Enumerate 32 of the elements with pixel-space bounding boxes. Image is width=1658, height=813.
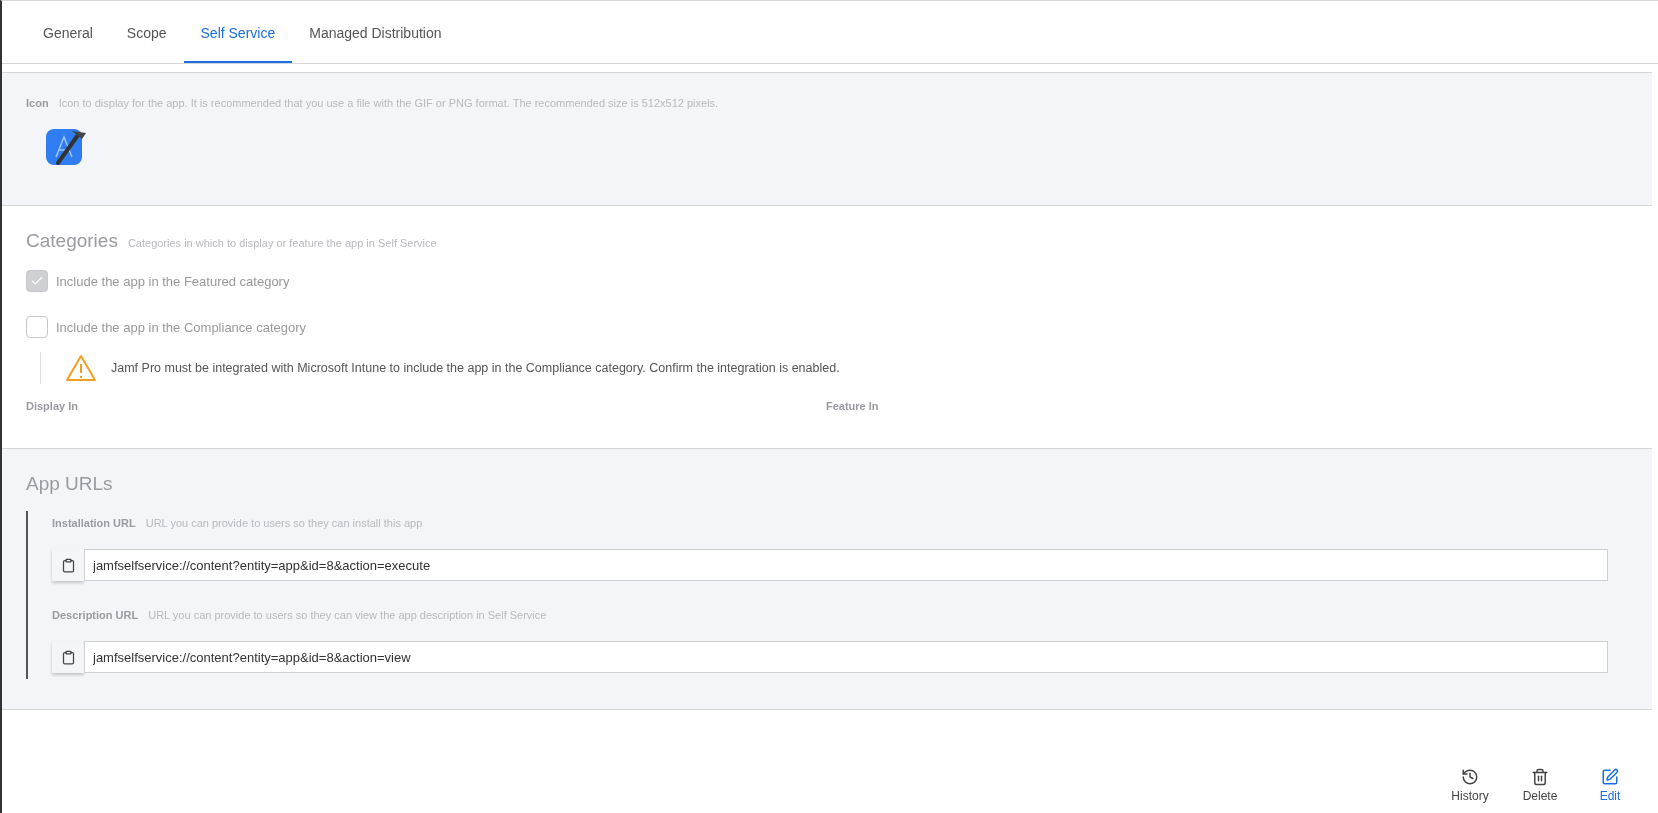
icon-label: Icon bbox=[26, 97, 49, 109]
history-button[interactable]: History bbox=[1446, 768, 1494, 803]
warning-icon bbox=[65, 354, 97, 382]
warning-message: Jamf Pro must be integrated with Microsoft Intune to include the app in the Compliance category. Confirm the integration is enabled. bbox=[111, 361, 840, 375]
section-title: App URLs bbox=[26, 473, 113, 494]
checkmark-icon bbox=[30, 274, 44, 288]
tab[interactable]: Scope bbox=[109, 1, 184, 63]
history-icon bbox=[1461, 768, 1479, 786]
clipboard-icon bbox=[60, 649, 76, 665]
section-description: Categories in which to display or feature the app in Self Service bbox=[127, 237, 437, 249]
copy-button[interactable] bbox=[52, 549, 84, 581]
clipboard-icon bbox=[60, 557, 76, 573]
copy-button[interactable] bbox=[52, 641, 84, 673]
url-field[interactable]: jamfselfservice://content?entity=app&id=8&action=execute bbox=[84, 549, 1608, 581]
checkbox[interactable] bbox=[26, 270, 48, 292]
checkbox-label: Include the app in the Compliance category bbox=[56, 319, 307, 335]
section-title: Categories bbox=[26, 230, 118, 252]
edit-icon bbox=[1601, 768, 1619, 786]
tab[interactable]: Managed Distribution bbox=[292, 1, 459, 63]
field-label: Installation URL bbox=[52, 517, 136, 529]
column-header: Display In bbox=[26, 400, 79, 412]
checkbox-label: Include the app in the Featured category bbox=[56, 273, 290, 289]
tab[interactable]: Self Service bbox=[183, 1, 293, 63]
delete-icon bbox=[1531, 768, 1549, 786]
field-description: URL you can provide to users so they can view the app description in Self Service bbox=[148, 609, 547, 621]
checkbox[interactable] bbox=[26, 316, 48, 338]
url-field[interactable]: jamfselfservice://content?entity=app&id=8&action=view bbox=[84, 641, 1608, 673]
delete-button[interactable]: Delete bbox=[1516, 768, 1564, 803]
field-label: Description URL bbox=[52, 609, 139, 621]
column-header: Feature In bbox=[826, 400, 880, 412]
edit-button[interactable]: Edit bbox=[1586, 768, 1634, 803]
tab[interactable]: General bbox=[26, 1, 110, 63]
